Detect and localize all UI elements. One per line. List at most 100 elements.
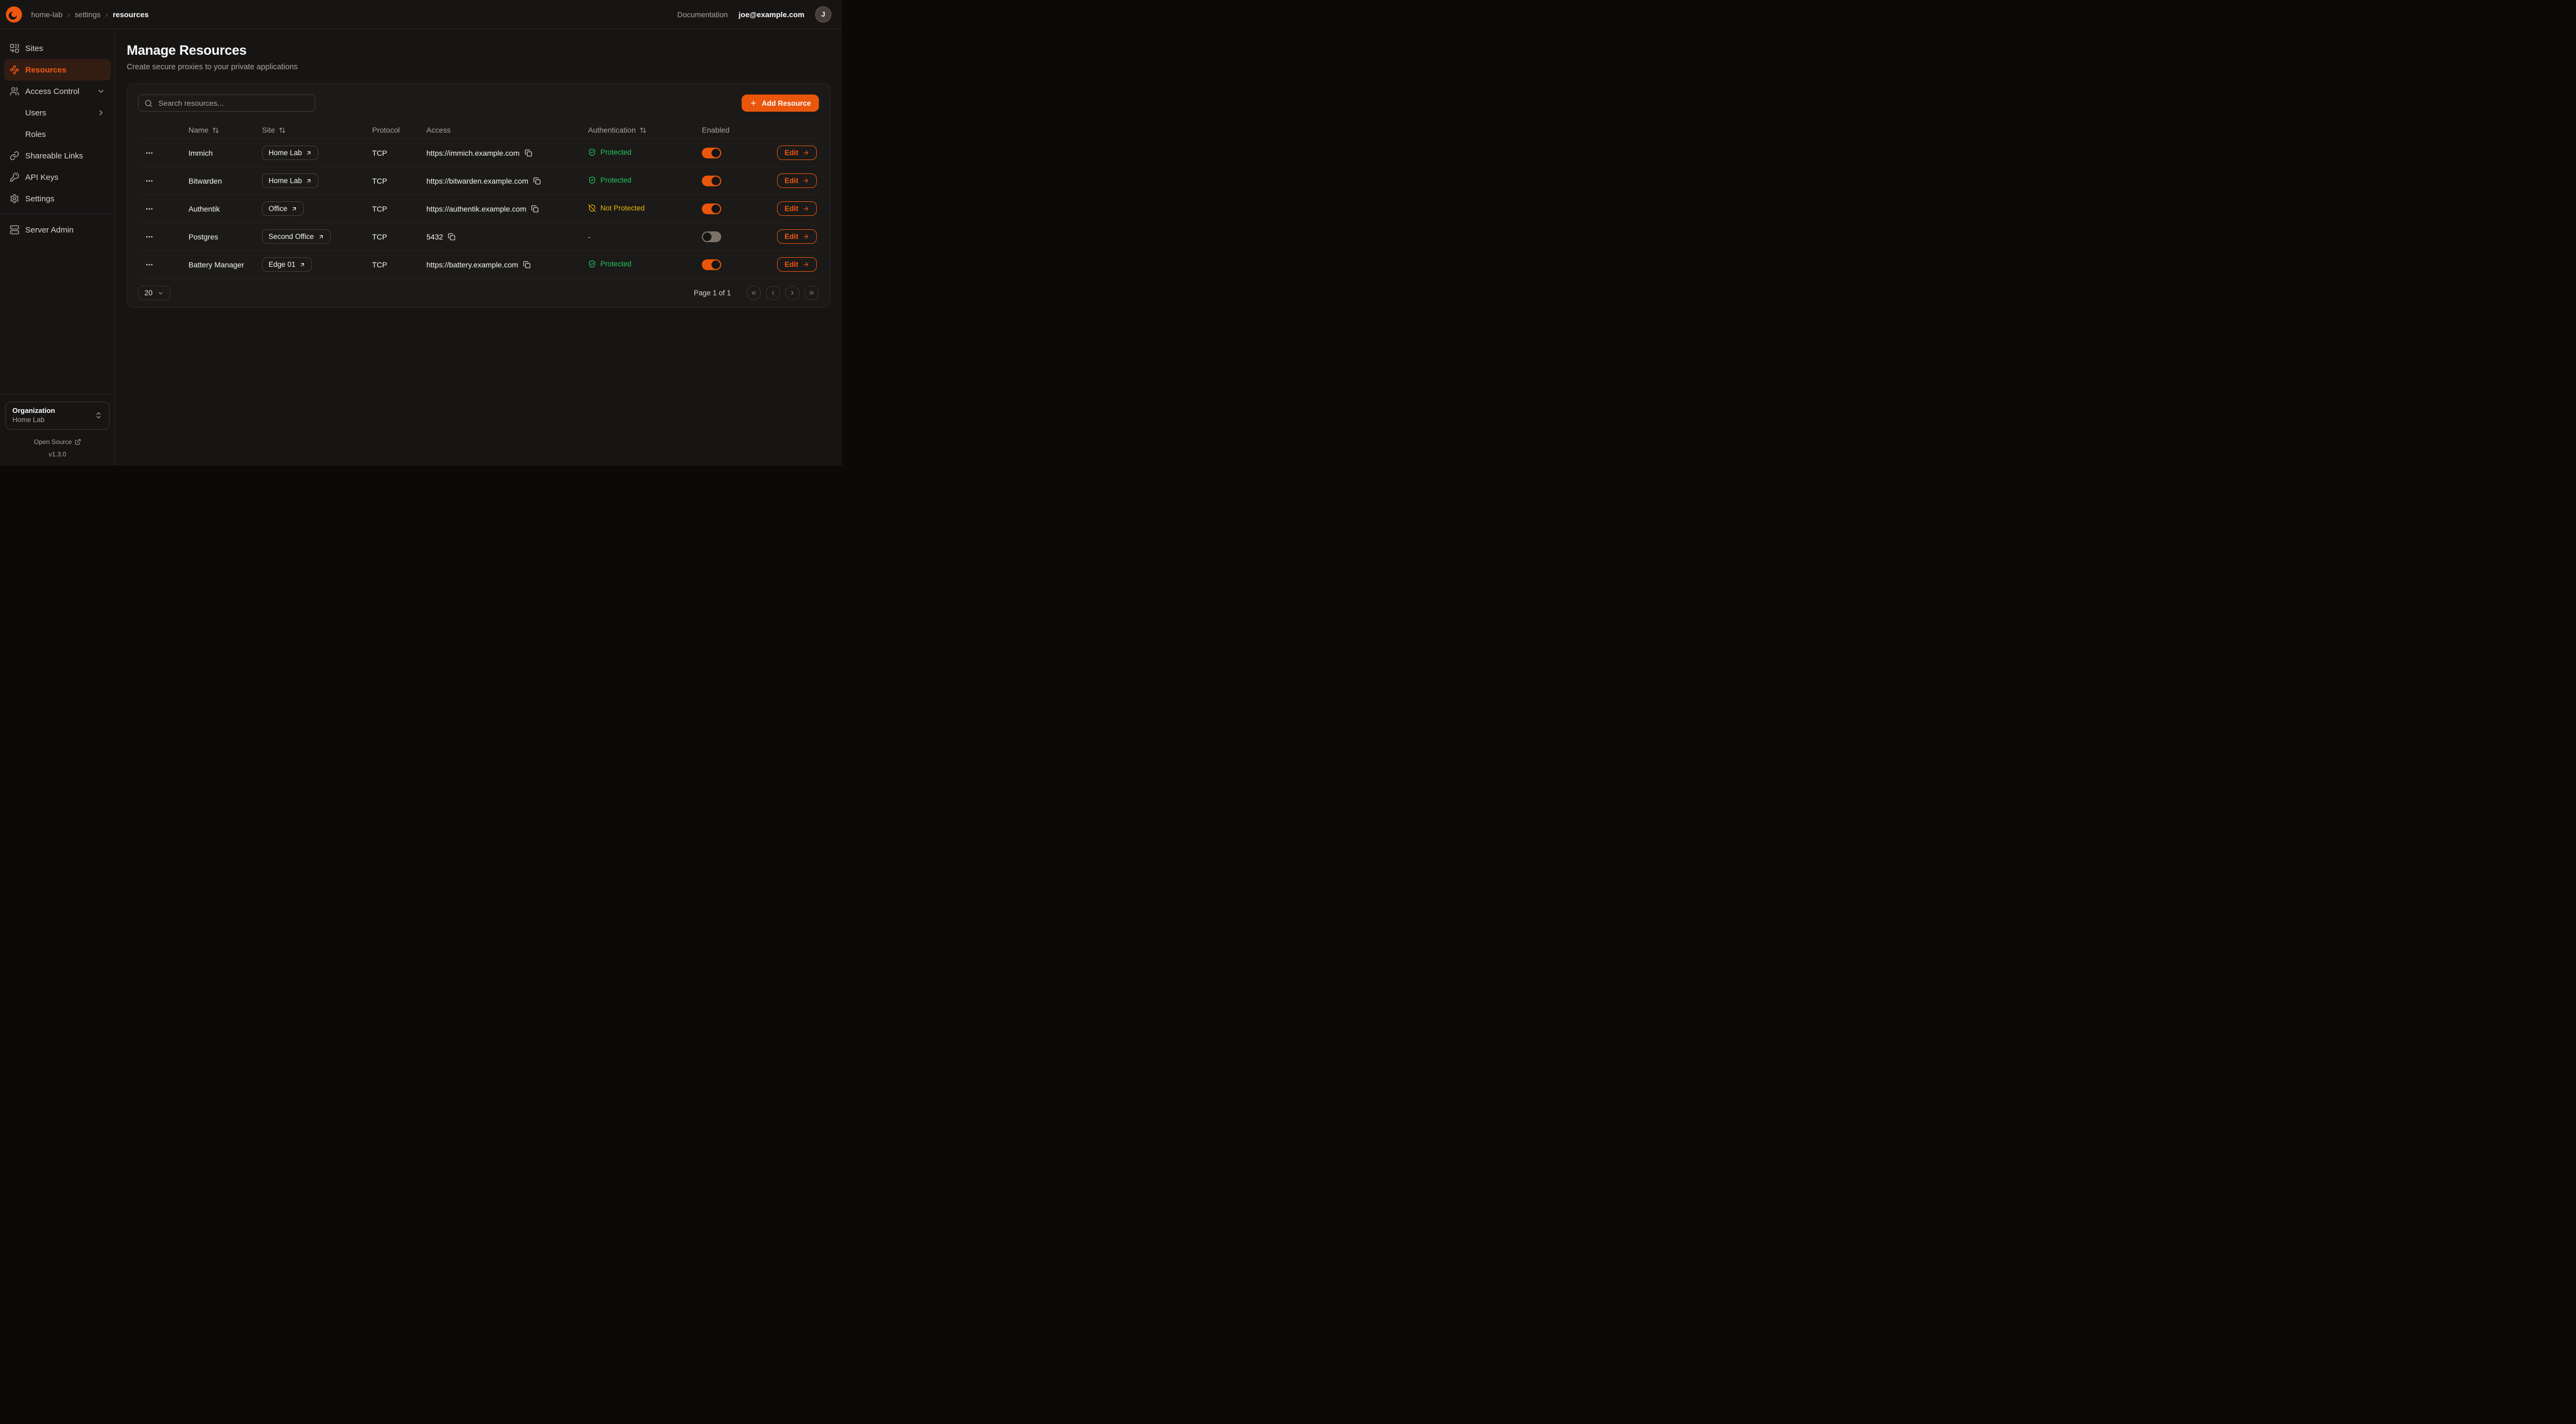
sort-icon bbox=[212, 127, 219, 134]
chevrons-left-icon bbox=[750, 289, 757, 296]
site-link[interactable]: Edge 01 bbox=[262, 257, 312, 272]
next-page-button[interactable] bbox=[785, 286, 800, 300]
sidebar-item-sites[interactable]: Sites bbox=[4, 38, 111, 59]
top-bar: home-lab › settings › resources Document… bbox=[0, 0, 842, 29]
edit-button[interactable]: Edit bbox=[777, 173, 817, 188]
copy-button[interactable] bbox=[521, 259, 532, 270]
sidebar-item-label: Roles bbox=[25, 130, 46, 139]
chevron-down-icon bbox=[157, 290, 164, 296]
copy-button[interactable] bbox=[523, 148, 534, 158]
table-body: ImmichHome LabTCPhttps://immich.example.… bbox=[138, 139, 819, 279]
chevron-down-icon bbox=[97, 87, 105, 96]
toggle-knob bbox=[703, 233, 712, 241]
chevrons-up-down-icon bbox=[95, 411, 103, 419]
breadcrumb: home-lab › settings › resources bbox=[31, 10, 149, 19]
shield-check-icon bbox=[588, 176, 596, 184]
access-url: https://battery.example.com bbox=[426, 260, 518, 269]
site-link[interactable]: Office bbox=[262, 201, 304, 216]
table-row: Battery ManagerEdge 01TCPhttps://battery… bbox=[138, 250, 819, 278]
gear-icon bbox=[10, 194, 19, 204]
pagination-bar: 20 Page 1 of 1 bbox=[138, 286, 819, 300]
enabled-toggle[interactable] bbox=[702, 176, 721, 186]
sidebar-item-api-keys[interactable]: API Keys bbox=[4, 166, 111, 188]
sort-icon bbox=[279, 127, 286, 134]
user-email-menu[interactable]: joe@example.com bbox=[738, 10, 804, 19]
edit-button[interactable]: Edit bbox=[777, 146, 817, 160]
column-header-enabled: Enabled bbox=[702, 126, 777, 134]
prev-page-button[interactable] bbox=[766, 286, 780, 300]
site-link[interactable]: Home Lab bbox=[262, 146, 318, 160]
copy-button[interactable] bbox=[532, 176, 542, 186]
column-header-site[interactable]: Site bbox=[262, 126, 372, 134]
key-icon bbox=[10, 172, 19, 182]
table-toolbar: Add Resource bbox=[138, 95, 819, 112]
site-link[interactable]: Home Lab bbox=[262, 173, 318, 188]
table-row: ImmichHome LabTCPhttps://immich.example.… bbox=[138, 139, 819, 166]
table-row: BitwardenHome LabTCPhttps://bitwarden.ex… bbox=[138, 166, 819, 194]
breadcrumb-separator: › bbox=[67, 10, 70, 19]
search-input[interactable] bbox=[157, 98, 309, 108]
edit-button[interactable]: Edit bbox=[777, 201, 817, 216]
breadcrumb-resources[interactable]: resources bbox=[113, 10, 149, 19]
ellipsis-icon bbox=[145, 177, 154, 185]
resource-name: Postgres bbox=[188, 233, 262, 241]
last-page-button[interactable] bbox=[804, 286, 819, 300]
authentication-label: - bbox=[588, 233, 591, 241]
organization-selector[interactable]: Organization Home Lab bbox=[5, 402, 110, 430]
chevron-right-icon bbox=[97, 108, 105, 117]
sidebar-item-shareable-links[interactable]: Shareable Links bbox=[4, 145, 111, 166]
sidebar-item-label: Settings bbox=[25, 194, 54, 204]
breadcrumb-settings[interactable]: settings bbox=[75, 10, 100, 19]
enabled-toggle[interactable] bbox=[702, 259, 721, 270]
column-header-authentication[interactable]: Authentication bbox=[588, 126, 702, 134]
resources-card: Add Resource Name Site Protocol Access bbox=[127, 83, 830, 308]
enabled-toggle[interactable] bbox=[702, 231, 721, 242]
copy-button[interactable] bbox=[529, 204, 540, 214]
toggle-knob bbox=[712, 205, 720, 213]
documentation-link[interactable]: Documentation bbox=[677, 10, 728, 19]
sidebar-item-roles[interactable]: Roles bbox=[4, 123, 111, 145]
row-actions-button[interactable] bbox=[143, 231, 155, 243]
protocol-value: TCP bbox=[372, 233, 426, 241]
edit-button[interactable]: Edit bbox=[777, 229, 817, 244]
site-name: Edge 01 bbox=[269, 260, 295, 268]
shield-check-icon bbox=[588, 148, 596, 156]
add-resource-button[interactable]: Add Resource bbox=[742, 95, 819, 112]
page-size-select[interactable]: 20 bbox=[138, 286, 170, 300]
sidebar-item-users[interactable]: Users bbox=[4, 102, 111, 123]
row-actions-button[interactable] bbox=[143, 175, 155, 187]
first-page-button[interactable] bbox=[746, 286, 761, 300]
user-avatar[interactable]: J bbox=[815, 6, 831, 23]
authentication-status: Protected bbox=[588, 148, 632, 156]
edit-label: Edit bbox=[785, 260, 799, 268]
column-header-name[interactable]: Name bbox=[188, 126, 262, 134]
table-header: Name Site Protocol Access Authentication bbox=[138, 121, 819, 139]
sidebar-item-resources[interactable]: Resources bbox=[4, 59, 111, 81]
enabled-toggle[interactable] bbox=[702, 204, 721, 214]
breadcrumb-org[interactable]: home-lab bbox=[31, 10, 62, 19]
sidebar-item-settings[interactable]: Settings bbox=[4, 188, 111, 209]
site-link[interactable]: Second Office bbox=[262, 229, 331, 244]
table-row: AuthentikOfficeTCPhttps://authentik.exam… bbox=[138, 194, 819, 222]
sidebar-item-access-control[interactable]: Access Control bbox=[4, 81, 111, 102]
resource-name: Authentik bbox=[188, 205, 262, 213]
copy-button[interactable] bbox=[446, 231, 457, 242]
edit-button[interactable]: Edit bbox=[777, 257, 817, 272]
access-url: 5432 bbox=[426, 233, 443, 241]
copy-icon bbox=[448, 233, 455, 241]
sidebar-item-label: Shareable Links bbox=[25, 151, 83, 161]
site-name: Home Lab bbox=[269, 149, 302, 157]
users-icon bbox=[10, 86, 19, 96]
link-icon bbox=[10, 151, 19, 161]
enabled-toggle[interactable] bbox=[702, 148, 721, 158]
row-actions-button[interactable] bbox=[143, 147, 155, 159]
open-source-link[interactable]: Open Source bbox=[5, 438, 110, 446]
row-actions-button[interactable] bbox=[143, 259, 155, 271]
add-resource-label: Add Resource bbox=[761, 99, 811, 107]
sidebar-item-server-admin[interactable]: Server Admin bbox=[4, 219, 111, 241]
arrow-right-icon bbox=[802, 149, 809, 156]
row-actions-button[interactable] bbox=[143, 203, 155, 215]
sidebar-item-label: Sites bbox=[25, 44, 43, 53]
sort-icon bbox=[640, 127, 647, 134]
ellipsis-icon bbox=[145, 205, 154, 213]
